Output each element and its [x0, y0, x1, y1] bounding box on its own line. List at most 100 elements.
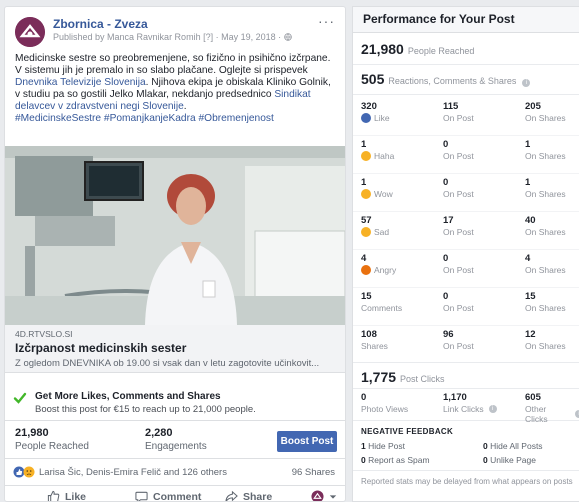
- promo-title: Get More Likes, Comments and Shares: [35, 391, 221, 402]
- clicks-breakdown: 0 Photo Views 1,170 Link Clicks i 605 Oth…: [353, 389, 579, 424]
- breakdown-shares-on-post: 96 On Post: [443, 329, 474, 351]
- breakdown-shares-on-post-label: On Post: [443, 341, 474, 351]
- breakdown-angry-on-shares: 4 On Shares: [525, 253, 566, 275]
- breakdown-angry-on-post-value: 0: [443, 253, 449, 264]
- row-divider: [353, 287, 579, 288]
- engagement-block: 505 Reactions, Comments & Shares i: [353, 65, 579, 95]
- nurse-photo: [5, 146, 345, 325]
- breakdown-haha-on-shares: 1 On Shares: [525, 139, 566, 161]
- row-divider: [353, 249, 579, 250]
- post-actions: Like Comment Share: [5, 485, 345, 502]
- stat-engagements[interactable]: 2,280 Engagements: [145, 427, 207, 452]
- comment-icon: [135, 491, 148, 501]
- clicks-photo-views: 0 Photo Views: [361, 392, 408, 414]
- neg-unlike-page-value: 0: [483, 455, 488, 465]
- perf-reached-label: People Reached: [407, 46, 475, 56]
- neg-hide-post: 1 Hide Post: [361, 441, 405, 451]
- breakdown-shares-on-post-value: 96: [443, 329, 454, 340]
- breakdown-sad-on-shares-value: 40: [525, 215, 536, 226]
- link-preview[interactable]: 4D.RTVSLO.SI Izčrpanost medicinskih sest…: [5, 325, 345, 373]
- breakdown-wow-total: 1 Wow: [361, 177, 393, 199]
- angry-icon: [361, 265, 371, 275]
- more-dots-icon[interactable]: ···: [318, 13, 335, 29]
- info-icon[interactable]: i: [522, 79, 531, 87]
- neg-hide-all-label: Hide All Posts: [490, 441, 543, 451]
- clicks-link-clicks: 1,170 Link Clicks i: [443, 392, 497, 414]
- stat-engagements-value: 2,280: [145, 427, 173, 439]
- negative-feedback: NEGATIVE FEEDBACK 1 Hide Post 0 Hide All…: [353, 421, 579, 471]
- breakdown-shares-total-label: Shares: [361, 341, 388, 351]
- sad-icon: [361, 227, 371, 237]
- link-domain: 4D.RTVSLO.SI: [15, 329, 73, 339]
- post-meta-text: Published by Manca Ravnikar Romih [?] · …: [53, 32, 282, 42]
- info-icon[interactable]: i: [575, 410, 579, 418]
- breakdown-wow-on-post-label: On Post: [443, 189, 474, 199]
- breakdown-like-total-label: Like: [374, 113, 390, 123]
- breakdown-comments-total: 15 Comments: [361, 291, 402, 313]
- breakdown-like-total-value: 320: [361, 101, 377, 112]
- page-name-link[interactable]: Zbornica - Zveza: [53, 17, 148, 31]
- comment-button[interactable]: Comment: [135, 490, 202, 502]
- reaction-icons: [13, 466, 35, 478]
- audience-selector[interactable]: [311, 490, 337, 501]
- post-stats: 21,980 People Reached 2,280 Engagements …: [5, 423, 345, 459]
- breakdown-angry-on-shares-label: On Shares: [525, 265, 566, 275]
- breakdown-haha-on-shares-value: 1: [525, 139, 531, 150]
- post-meta: Published by Manca Ravnikar Romih [?] · …: [53, 32, 292, 42]
- breakdown-comments-on-post: 0 On Post: [443, 291, 474, 313]
- info-icon[interactable]: i: [488, 405, 497, 413]
- breakdown-sad-total-label: Sad: [374, 227, 390, 237]
- breakdown-angry-total-label: Angry: [374, 265, 397, 275]
- breakdown-sad-on-post-value: 17: [443, 215, 454, 226]
- people-reached-block: 21,980 People Reached: [353, 33, 579, 65]
- performance-title: Performance for Your Post: [353, 7, 579, 33]
- breakdown-shares-on-shares-value: 12: [525, 329, 536, 340]
- stat-people-reached[interactable]: 21,980 People Reached: [15, 427, 89, 452]
- breakdown-like-on-shares: 205 On Shares: [525, 101, 566, 123]
- neg-report-spam-value: 0: [361, 455, 366, 465]
- breakdown-comments-on-post-label: On Post: [443, 303, 474, 313]
- share-button[interactable]: Share: [225, 490, 273, 502]
- clicks-other-clicks: 605 Other Clicksi: [525, 392, 579, 424]
- breakdown-sad-on-shares-label: On Shares: [525, 227, 566, 237]
- reactions-summary[interactable]: Larisa Šic, Denis-Emira Felič and 126 ot…: [5, 463, 345, 483]
- breakdown-sad-total-value: 57: [361, 215, 372, 226]
- breakdown-like-on-shares-label: On Shares: [525, 113, 566, 123]
- breakdown-comments-total-value: 15: [361, 291, 372, 302]
- link-clicks-label: Link Clicks: [443, 404, 484, 414]
- post-hashtags[interactable]: #MedicinskeSestre #PomanjkanjeKadra #Obr…: [15, 113, 274, 124]
- row-divider: [353, 211, 579, 212]
- breakdown-angry-total: 4 Angry: [361, 253, 396, 275]
- stat-reached-value: 21,980: [15, 427, 49, 439]
- breakdown-haha-total-value: 1: [361, 139, 367, 150]
- boost-post-button[interactable]: Boost Post: [277, 431, 337, 452]
- breakdown-haha-on-post: 0 On Post: [443, 139, 474, 161]
- row-divider: [353, 173, 579, 174]
- breakdown-sad-on-shares: 40 On Shares: [525, 215, 566, 237]
- neg-report-spam-label: Report as Spam: [368, 455, 430, 465]
- comment-label: Comment: [153, 490, 202, 502]
- negative-feedback-title: NEGATIVE FEEDBACK: [361, 427, 454, 436]
- breakdown-comments-total-label: Comments: [361, 303, 403, 313]
- perf-reached-value: 21,980: [361, 41, 404, 57]
- share-icon: [225, 490, 238, 501]
- page-avatar[interactable]: [15, 17, 45, 47]
- reactors-text[interactable]: Larisa Šic, Denis-Emira Felič and 126 ot…: [39, 467, 227, 478]
- breakdown-wow-on-shares-label: On Shares: [525, 189, 566, 199]
- breakdown-like-on-post: 115 On Post: [443, 101, 474, 123]
- shares-count[interactable]: 96 Shares: [292, 467, 335, 478]
- other-clicks-value: 605: [525, 392, 541, 403]
- link-title[interactable]: Izčrpanost medicinskih sester: [15, 341, 335, 355]
- post-video-thumbnail[interactable]: [5, 146, 345, 325]
- breakdown-haha-on-shares-label: On Shares: [525, 151, 566, 161]
- like-button[interactable]: Like: [47, 490, 86, 501]
- reaction-breakdown: 320 Like 115 On Post 205 On Shares 1 Haha 0 On Po…: [353, 95, 579, 363]
- link-description: Z ogledom DNEVNIKA ob 19.00 si vsak dan …: [15, 358, 320, 369]
- perf-engagement-label: Reactions, Comments & Shares: [388, 76, 517, 86]
- post-text-link-dnevnik[interactable]: Dnevnika Televizije Slovenija: [15, 77, 146, 88]
- perf-clicks-value: 1,775: [361, 369, 397, 385]
- breakdown-like-on-post-value: 115: [443, 101, 459, 112]
- check-icon: [13, 392, 27, 404]
- breakdown-haha-on-post-label: On Post: [443, 151, 474, 161]
- share-label: Share: [243, 490, 273, 502]
